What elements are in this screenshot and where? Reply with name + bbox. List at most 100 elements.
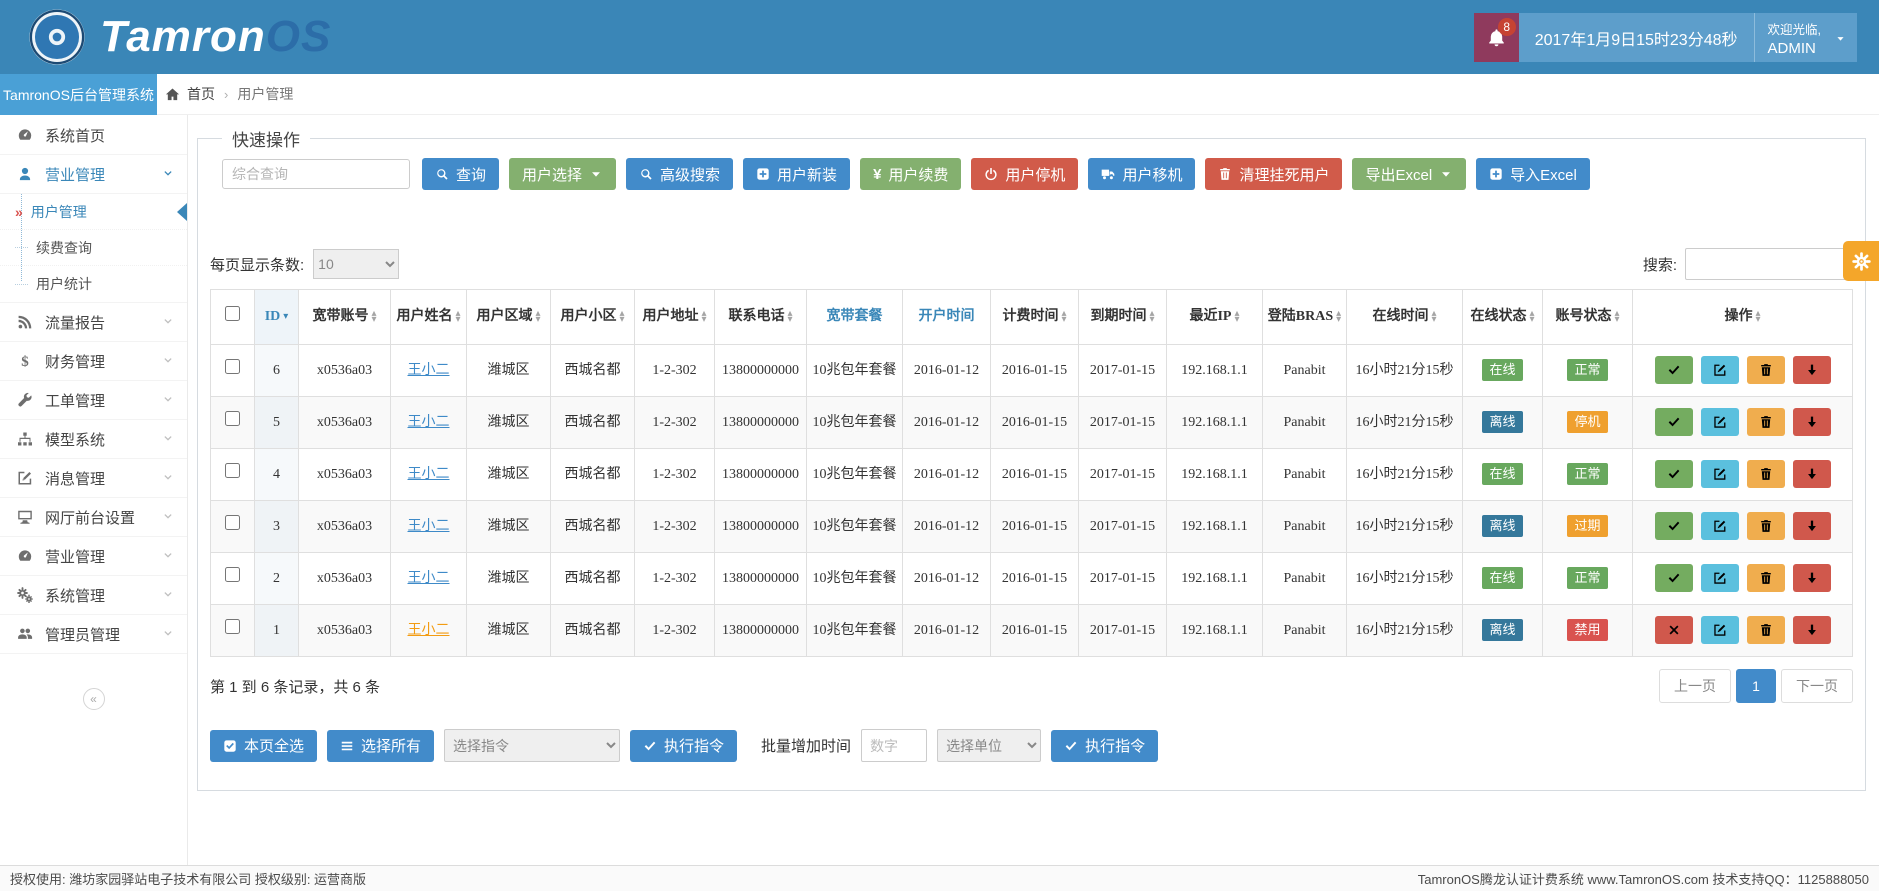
user-name-link[interactable]: 王小二 xyxy=(408,415,450,430)
sidebar-collapse-button[interactable]: « xyxy=(83,688,105,710)
col-header-16[interactable]: 操作▴▾ xyxy=(1633,290,1853,345)
per-page-select[interactable]: 10 xyxy=(313,249,399,279)
col-header-12[interactable]: 登陆BRAS▴▾ xyxy=(1263,290,1347,345)
download-user-button[interactable] xyxy=(1793,512,1831,540)
enable-user-button[interactable] xyxy=(1655,564,1693,592)
delete-user-button[interactable] xyxy=(1747,512,1785,540)
delete-user-button[interactable] xyxy=(1747,356,1785,384)
download-user-button[interactable] xyxy=(1793,460,1831,488)
cell-plan: 10兆包年套餐 xyxy=(807,553,903,605)
settings-float-button[interactable] xyxy=(1843,241,1879,281)
sidebar-item-3[interactable]: $财务管理 xyxy=(0,342,187,381)
edit-user-button[interactable] xyxy=(1701,460,1739,488)
download-user-button[interactable] xyxy=(1793,616,1831,644)
enable-user-button[interactable] xyxy=(1655,408,1693,436)
user-name-link[interactable]: 王小二 xyxy=(408,519,450,534)
sidebar-item-1[interactable]: 营业管理 xyxy=(0,155,187,194)
unit-select[interactable]: 选择单位 xyxy=(937,729,1041,762)
row-checkbox[interactable] xyxy=(225,359,240,374)
col-header-9[interactable]: 计费时间▴▾ xyxy=(991,290,1079,345)
col-header-14[interactable]: 在线状态▴▾ xyxy=(1463,290,1543,345)
sidebar-subitem-1-0[interactable]: »用户管理 xyxy=(0,194,187,230)
row-checkbox[interactable] xyxy=(225,515,240,530)
col-header-11[interactable]: 最近IP▴▾ xyxy=(1167,290,1263,345)
execute-time-button[interactable]: 执行指令 xyxy=(1051,730,1158,762)
col-header-3[interactable]: 用户区域▴▾ xyxy=(467,290,551,345)
quick-op-button-3[interactable]: 用户新装 xyxy=(743,158,850,190)
quick-op-button-1[interactable]: 用户选择 xyxy=(509,158,616,190)
col-header-2[interactable]: 用户姓名▴▾ xyxy=(391,290,467,345)
edit-user-button[interactable] xyxy=(1701,512,1739,540)
quick-op-button-5[interactable]: 用户停机 xyxy=(971,158,1078,190)
prev-page-button[interactable]: 上一页 xyxy=(1659,669,1731,703)
sidebar-item-9[interactable]: 系统管理 xyxy=(0,576,187,615)
col-header-1[interactable]: 宽带账号▴▾ xyxy=(299,290,391,345)
command-select[interactable]: 选择指令 xyxy=(444,729,620,762)
row-checkbox[interactable] xyxy=(225,619,240,634)
download-user-button[interactable] xyxy=(1793,408,1831,436)
delete-user-button[interactable] xyxy=(1747,616,1785,644)
sidebar-item-6[interactable]: 消息管理 xyxy=(0,459,187,498)
sidebar-item-5[interactable]: 模型系统 xyxy=(0,420,187,459)
disable-user-button[interactable] xyxy=(1655,616,1693,644)
delete-user-button[interactable] xyxy=(1747,460,1785,488)
edit-user-button[interactable] xyxy=(1701,356,1739,384)
sidebar-subitem-1-2[interactable]: 用户统计 xyxy=(0,266,187,302)
cell-phone: 13800000000 xyxy=(715,553,807,605)
enable-user-button[interactable] xyxy=(1655,356,1693,384)
col-header-6[interactable]: 联系电话▴▾ xyxy=(715,290,807,345)
select-all-checkbox[interactable] xyxy=(225,306,240,321)
edit-user-button[interactable] xyxy=(1701,616,1739,644)
sidebar-item-10[interactable]: 管理员管理 xyxy=(0,615,187,654)
quick-op-button-7[interactable]: 清理挂死用户 xyxy=(1205,158,1342,190)
cell-open-date: 2016-01-12 xyxy=(903,553,991,605)
quick-op-button-0[interactable]: 查询 xyxy=(422,158,499,190)
batch-number-input[interactable] xyxy=(861,729,927,762)
user-name-link[interactable]: 王小二 xyxy=(408,623,450,638)
sidebar-item-label: 财务管理 xyxy=(45,351,162,372)
sidebar-item-0[interactable]: 系统首页 xyxy=(0,116,187,155)
user-name-link[interactable]: 王小二 xyxy=(408,363,450,378)
edit-user-button[interactable] xyxy=(1701,564,1739,592)
page-1-button[interactable]: 1 xyxy=(1736,669,1776,703)
row-checkbox[interactable] xyxy=(225,411,240,426)
breadcrumb-home[interactable]: 首页 xyxy=(187,84,215,104)
execute-command-button[interactable]: 执行指令 xyxy=(630,730,737,762)
quick-op-button-9[interactable]: 导入Excel xyxy=(1476,158,1590,190)
col-header-0[interactable]: ID▾ xyxy=(255,290,299,345)
delete-user-button[interactable] xyxy=(1747,408,1785,436)
col-header-10[interactable]: 到期时间▴▾ xyxy=(1079,290,1167,345)
col-header-15[interactable]: 账号状态▴▾ xyxy=(1543,290,1633,345)
col-header-5[interactable]: 用户地址▴▾ xyxy=(635,290,715,345)
row-checkbox[interactable] xyxy=(225,567,240,582)
sidebar-item-4[interactable]: 工单管理 xyxy=(0,381,187,420)
table-search-input[interactable] xyxy=(1685,248,1853,280)
col-header-8[interactable]: 开户时间 xyxy=(903,290,991,345)
user-name-link[interactable]: 王小二 xyxy=(408,467,450,482)
sidebar-item-7[interactable]: 网厅前台设置 xyxy=(0,498,187,537)
enable-user-button[interactable] xyxy=(1655,460,1693,488)
download-user-button[interactable] xyxy=(1793,356,1831,384)
download-user-button[interactable] xyxy=(1793,564,1831,592)
row-checkbox[interactable] xyxy=(225,463,240,478)
sidebar-item-2[interactable]: 流量报告 xyxy=(0,303,187,342)
user-name-link[interactable]: 王小二 xyxy=(408,571,450,586)
col-header-13[interactable]: 在线时间▴▾ xyxy=(1347,290,1463,345)
sidebar-item-8[interactable]: 营业管理 xyxy=(0,537,187,576)
next-page-button[interactable]: 下一页 xyxy=(1781,669,1853,703)
user-menu[interactable]: 欢迎光临, ADMIN xyxy=(1754,13,1857,62)
quick-op-button-4[interactable]: ¥用户续费 xyxy=(860,158,961,190)
combined-query-input[interactable] xyxy=(222,159,410,189)
enable-user-button[interactable] xyxy=(1655,512,1693,540)
delete-user-button[interactable] xyxy=(1747,564,1785,592)
col-header-7[interactable]: 宽带套餐 xyxy=(807,290,903,345)
select-all-button[interactable]: 选择所有 xyxy=(327,730,434,762)
select-page-button[interactable]: 本页全选 xyxy=(210,730,317,762)
edit-user-button[interactable] xyxy=(1701,408,1739,436)
notifications-button[interactable]: 8 xyxy=(1474,13,1519,62)
quick-op-button-8[interactable]: 导出Excel xyxy=(1352,158,1466,190)
quick-op-button-6[interactable]: 用户移机 xyxy=(1088,158,1195,190)
col-header-4[interactable]: 用户小区▴▾ xyxy=(551,290,635,345)
quick-op-button-2[interactable]: 高级搜索 xyxy=(626,158,733,190)
sidebar-subitem-1-1[interactable]: 续费查询 xyxy=(0,230,187,266)
